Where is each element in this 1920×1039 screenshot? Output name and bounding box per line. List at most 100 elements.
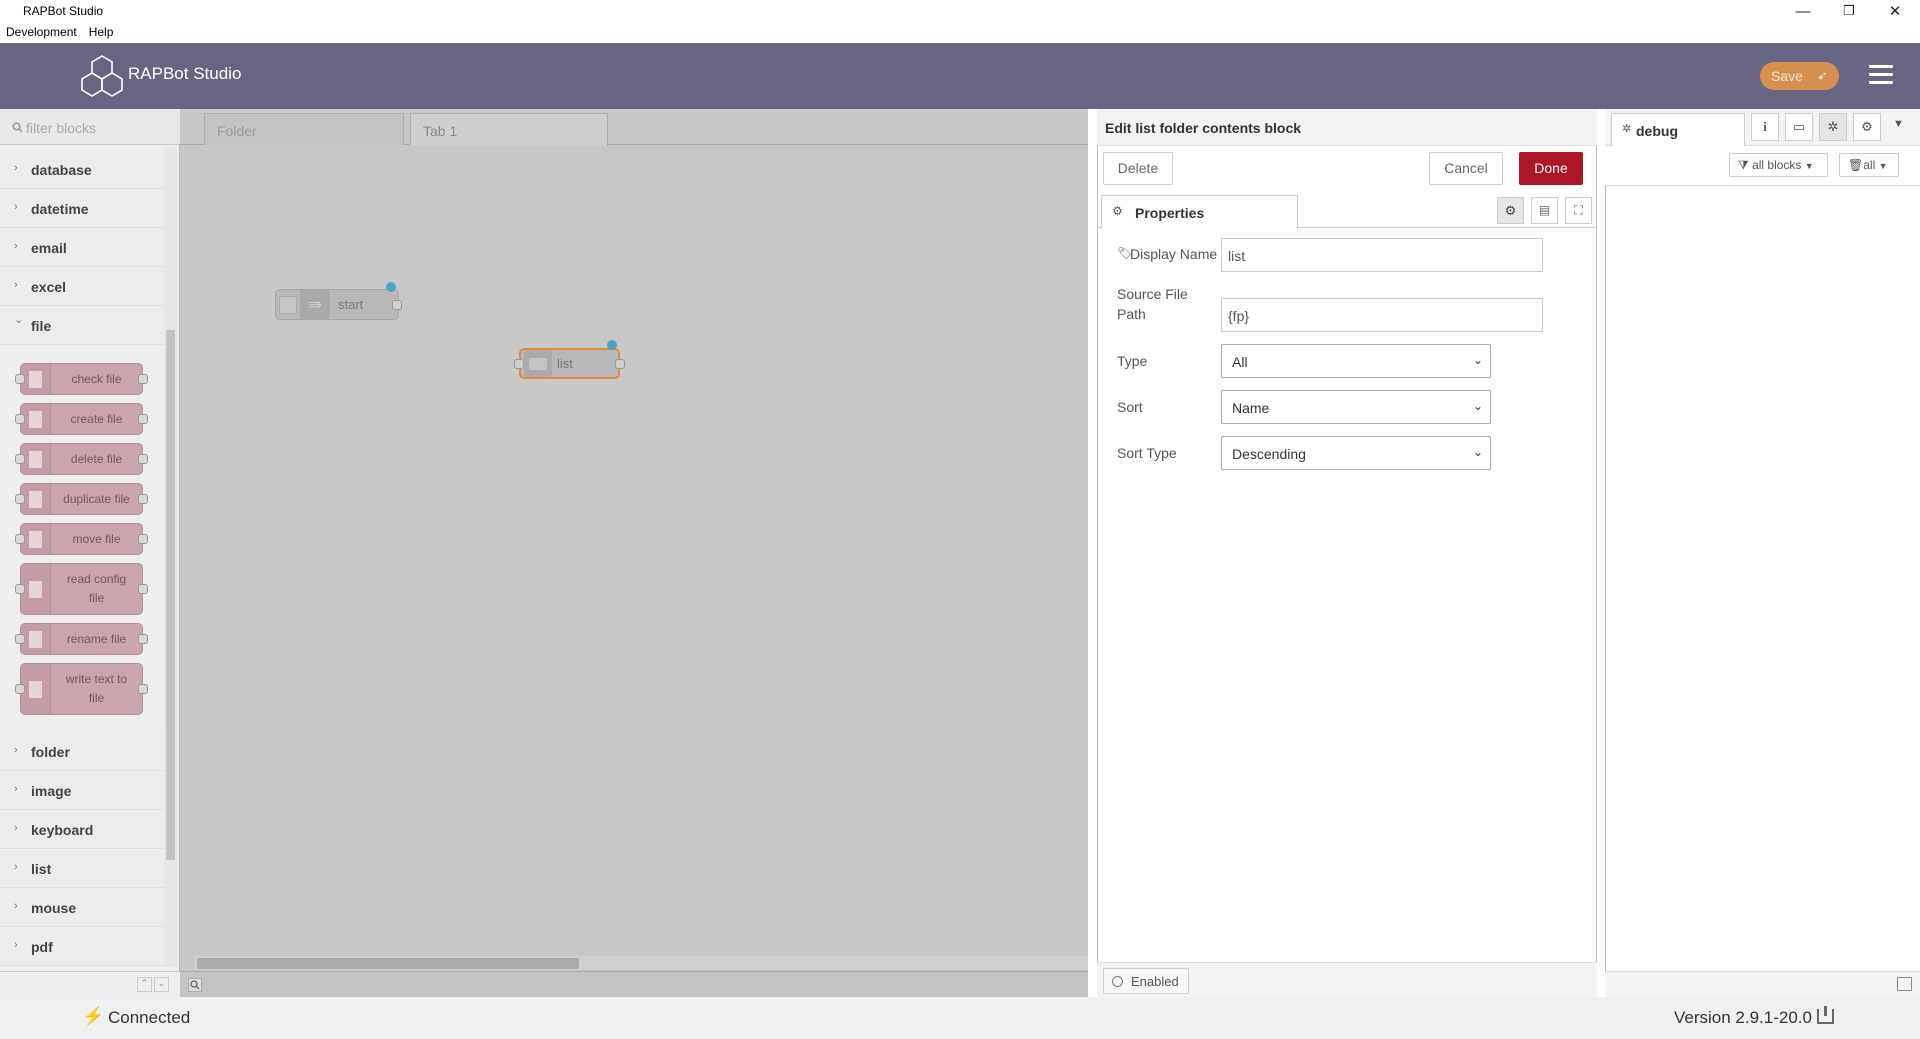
- category-email[interactable]: › email: [0, 229, 165, 267]
- category-image[interactable]: › image: [0, 772, 165, 810]
- tab-tab-1[interactable]: Tab 1: [410, 113, 608, 146]
- node-label: read config file: [66, 572, 127, 605]
- file-icon: [21, 524, 51, 554]
- display-name-label: Display Name: [1130, 246, 1218, 262]
- chevron-down-icon: ⌄: [14, 314, 24, 326]
- settings-tab-gear-icon[interactable]: ⚙: [1497, 197, 1524, 224]
- output-port[interactable]: [615, 359, 625, 369]
- palette-node-delete-file[interactable]: delete file: [15, 443, 148, 475]
- expand-all-icon[interactable]: ⌄: [154, 977, 169, 992]
- input-port: [15, 414, 25, 424]
- category-folder[interactable]: › folder: [0, 733, 165, 771]
- palette-node-create-file[interactable]: create file: [15, 403, 148, 435]
- inject-button[interactable]: [279, 296, 297, 314]
- folder-icon: [524, 350, 552, 377]
- workspace-node-list[interactable]: list: [514, 340, 625, 379]
- info-icon[interactable]: i: [1751, 113, 1779, 141]
- enabled-toggle[interactable]: Enabled: [1103, 968, 1189, 994]
- collapse-all-icon[interactable]: ⌃: [137, 977, 152, 992]
- clear-dropdown[interactable]: 🗑all ▼: [1839, 153, 1899, 177]
- sort-value: Name: [1232, 400, 1270, 416]
- restore-button[interactable]: ❐: [1826, 0, 1872, 22]
- display-name-field[interactable]: list: [1221, 238, 1543, 272]
- node-label: start: [338, 297, 364, 312]
- file-icon: [21, 664, 51, 714]
- workspace-hscrollbar-thumb[interactable]: [197, 958, 579, 969]
- filter-blocks-input[interactable]: filter blocks: [0, 109, 180, 145]
- book-icon[interactable]: ▭: [1785, 113, 1813, 141]
- description-tab-document-icon[interactable]: ▤: [1531, 197, 1558, 224]
- cancel-button[interactable]: Cancel: [1429, 152, 1503, 185]
- tab-debug[interactable]: ✲ debug: [1611, 113, 1745, 146]
- category-file[interactable]: ⌄ file: [0, 307, 165, 345]
- input-port[interactable]: [514, 359, 524, 369]
- palette-node-check-file[interactable]: check file: [15, 363, 148, 395]
- node-label: delete file: [70, 452, 123, 466]
- file-icon: [21, 404, 51, 434]
- sort-select[interactable]: Name ⌄: [1221, 390, 1491, 424]
- file-icon: [21, 364, 51, 394]
- enabled-label: Enabled: [1131, 974, 1179, 989]
- source-path-label-line2: Path: [1117, 306, 1146, 322]
- chevron-right-icon: ›: [14, 162, 18, 174]
- category-keyboard[interactable]: › keyboard: [0, 811, 165, 849]
- gear-icon[interactable]: ⚙: [1853, 113, 1881, 141]
- plug-icon: ⚡: [82, 1006, 105, 1026]
- caret-down-icon[interactable]: ▼: [1893, 118, 1904, 130]
- category-label: folder: [31, 744, 70, 760]
- appearance-tab-frame-icon[interactable]: ⛶: [1565, 197, 1592, 224]
- palette-node-read-config-file[interactable]: read config file: [15, 563, 148, 615]
- workspace-canvas[interactable]: [180, 109, 1088, 971]
- menu-help[interactable]: Help: [83, 22, 120, 39]
- palette-node-move-file[interactable]: move file: [15, 523, 148, 555]
- palette-node-write-text-to-file[interactable]: write text to file: [15, 663, 148, 715]
- workspace-footer: [180, 971, 1088, 997]
- filter-placeholder: filter blocks: [26, 120, 97, 136]
- menu-development[interactable]: Development: [0, 22, 83, 39]
- category-label: image: [31, 783, 72, 799]
- sort-type-select[interactable]: Descending ⌄: [1221, 436, 1491, 470]
- workspace-node-start[interactable]: ⇛ start: [275, 282, 402, 320]
- output-port[interactable]: [392, 300, 402, 310]
- category-excel[interactable]: › excel: [0, 268, 165, 306]
- category-pdf[interactable]: › pdf: [0, 928, 165, 966]
- save-button[interactable]: Save ➶: [1760, 62, 1839, 90]
- category-datetime[interactable]: › datetime: [0, 190, 165, 228]
- bug-icon[interactable]: ✲: [1819, 113, 1847, 141]
- category-database[interactable]: › database: [0, 151, 165, 189]
- category-label: mouse: [31, 900, 77, 916]
- palette-scrollbar-thumb[interactable]: [166, 330, 175, 860]
- source-file-path-field[interactable]: {fp}: [1221, 298, 1543, 332]
- category-label: pdf: [31, 939, 53, 955]
- file-icon: [21, 484, 51, 514]
- hamburger-menu-icon[interactable]: [1869, 65, 1893, 87]
- app-header: RAPBot Studio: [0, 43, 1920, 109]
- chevron-down-icon: ⌄: [1472, 353, 1483, 367]
- tab-properties[interactable]: ⚙ Properties: [1101, 195, 1298, 229]
- file-icon: [21, 444, 51, 474]
- filter-dropdown[interactable]: ⧩ all blocks ▼: [1729, 153, 1828, 177]
- tab-folder[interactable]: Folder: [204, 113, 404, 145]
- debug-toolbar: ⧩ all blocks ▼ 🗑all ▼: [1605, 146, 1920, 186]
- tab-label: Properties: [1135, 205, 1205, 221]
- palette-node-duplicate-file[interactable]: duplicate file: [15, 483, 148, 515]
- menubar: Development Help: [0, 22, 1920, 43]
- palette-node-rename-file[interactable]: rename file: [15, 623, 148, 655]
- changed-indicator: [386, 282, 396, 292]
- category-mouse[interactable]: › mouse: [0, 889, 165, 927]
- category-label: list: [31, 861, 52, 877]
- minimize-button[interactable]: —: [1780, 0, 1826, 22]
- type-select[interactable]: All ⌄: [1221, 344, 1491, 378]
- palette-footer: ⌃ ⌄: [0, 971, 180, 997]
- monitor-icon[interactable]: [1897, 977, 1912, 991]
- chevron-right-icon: ›: [14, 744, 18, 756]
- done-button[interactable]: Done: [1519, 152, 1583, 185]
- file-icon: [21, 564, 51, 614]
- connection-status: Connected: [108, 1008, 191, 1027]
- category-list[interactable]: › list: [0, 850, 165, 888]
- delete-button[interactable]: Delete: [1103, 152, 1173, 185]
- close-button[interactable]: ✕: [1872, 0, 1918, 22]
- chevron-down-icon: ⌄: [1472, 445, 1483, 459]
- download-icon[interactable]: [1817, 1006, 1834, 1024]
- search-icon[interactable]: [188, 978, 202, 992]
